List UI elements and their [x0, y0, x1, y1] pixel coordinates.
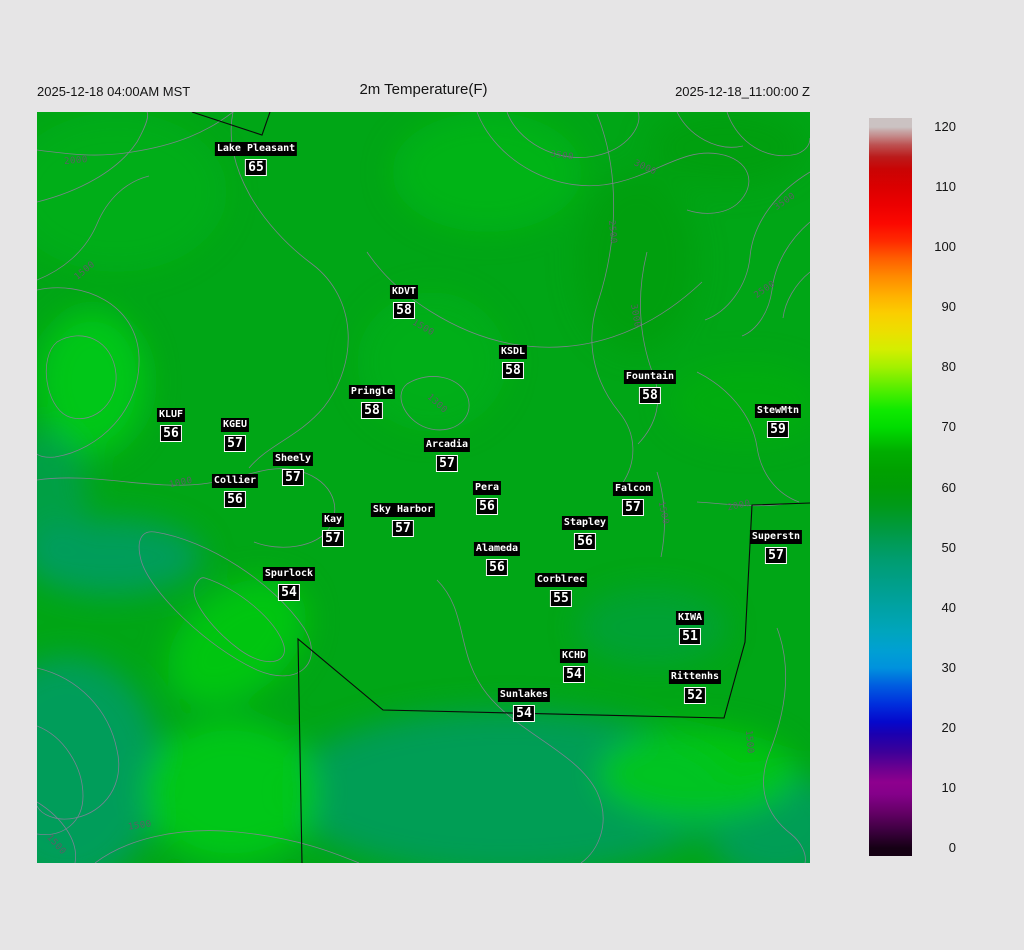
colorbar-tick-label: 120 [934, 119, 956, 134]
colorbar-tick-label: 50 [941, 539, 956, 555]
colorbar-tick-label: 100 [934, 239, 956, 255]
temperature-field-svg [37, 112, 810, 863]
colorbar-tick-label: 40 [941, 599, 956, 615]
colorbar-tick-label: 110 [935, 179, 956, 195]
colorbar-tick-label: 0 [948, 840, 956, 855]
weather-map-figure: 2025-12-18 04:00AM MST 2m Temperature(F)… [0, 0, 1024, 950]
valid-time-utc: 2025-12-18_11:00:00 Z [675, 84, 810, 99]
colorbar-tick-label: 90 [941, 299, 956, 315]
colorbar-tick-label: 20 [941, 719, 956, 735]
colorbar-tick-label: 30 [941, 659, 956, 675]
colorbar-tick-label: 60 [941, 479, 956, 495]
colorbar-gradient [869, 118, 912, 856]
colorbar-tick-label: 10 [941, 779, 956, 795]
temperature-map [37, 112, 810, 863]
colorbar-tick-label: 80 [941, 359, 956, 375]
colorbar-tick-label: 70 [941, 419, 956, 435]
